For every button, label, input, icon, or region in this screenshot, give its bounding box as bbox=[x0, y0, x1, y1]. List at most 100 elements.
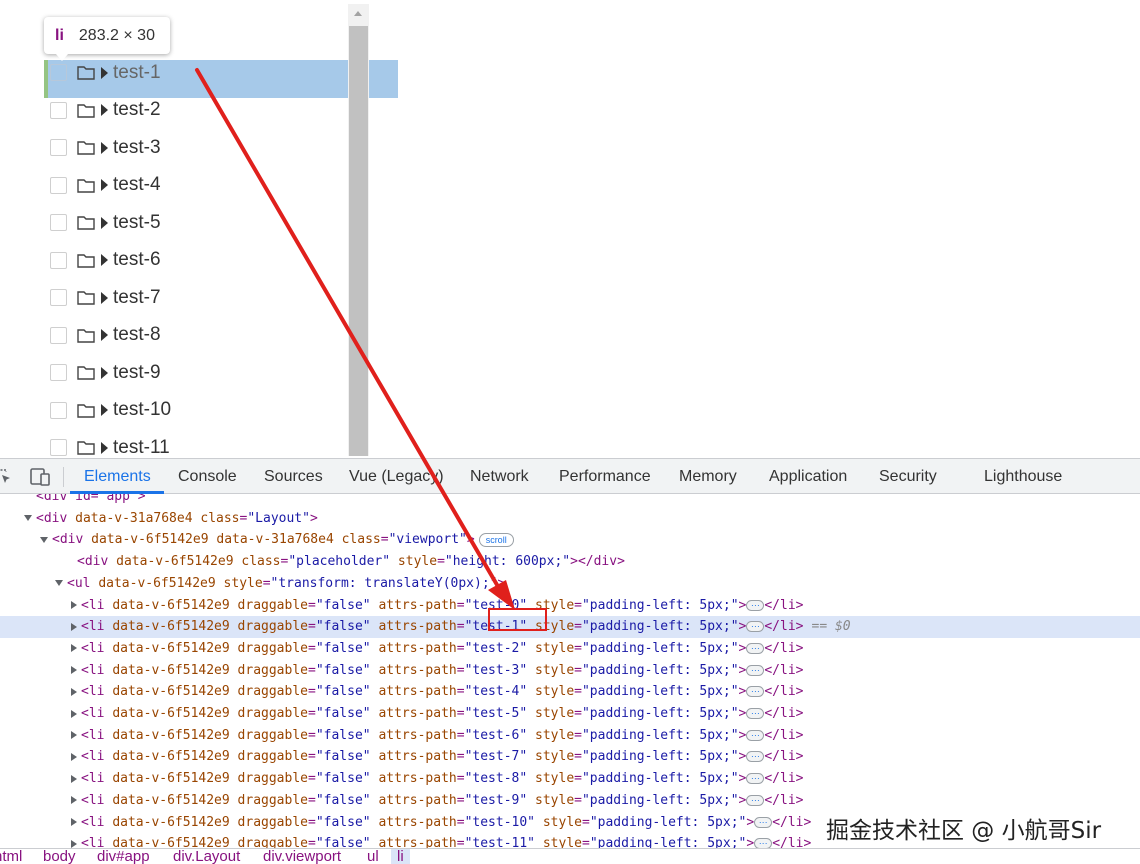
collapsed-content-icon[interactable]: ··· bbox=[746, 773, 765, 785]
expand-triangle-icon[interactable] bbox=[71, 839, 77, 848]
breadcrumb-item[interactable]: html bbox=[0, 849, 22, 864]
dom-line-layout[interactable]: <div data-v-31a768e4 class="Layout"> bbox=[0, 508, 1140, 530]
expand-triangle-icon[interactable] bbox=[71, 752, 77, 761]
expand-caret-icon[interactable] bbox=[101, 329, 108, 342]
collapsed-content-icon[interactable]: ··· bbox=[746, 729, 765, 741]
collapse-triangle-icon[interactable] bbox=[55, 580, 63, 587]
expand-caret-icon[interactable] bbox=[101, 179, 108, 192]
expand-caret-icon[interactable] bbox=[101, 66, 108, 79]
tree-item-checkbox[interactable] bbox=[50, 364, 67, 382]
breadcrumb-item[interactable]: ul bbox=[367, 849, 379, 864]
expand-triangle-icon[interactable] bbox=[71, 796, 77, 805]
breadcrumb-item[interactable]: div#app bbox=[97, 849, 150, 864]
expand-triangle-icon[interactable] bbox=[71, 666, 77, 675]
tree-item-checkbox[interactable] bbox=[50, 251, 67, 269]
dom-line-li[interactable]: <li data-v-6f5142e9 draggable="false" at… bbox=[0, 703, 1140, 725]
device-toolbar-icon[interactable] bbox=[29, 468, 51, 486]
tree-item[interactable]: test-4 bbox=[44, 167, 398, 205]
tab-elements[interactable]: Elements bbox=[84, 459, 151, 494]
expand-caret-icon[interactable] bbox=[101, 404, 108, 417]
tab-memory[interactable]: Memory bbox=[679, 459, 737, 494]
collapsed-content-icon[interactable]: ··· bbox=[754, 816, 773, 828]
dom-line-li[interactable]: <li data-v-6f5142e9 draggable="false" at… bbox=[0, 660, 1140, 682]
collapsed-content-icon[interactable]: ··· bbox=[746, 664, 765, 676]
vertical-scrollbar[interactable] bbox=[348, 4, 369, 456]
dom-line-li[interactable]: <li data-v-6f5142e9 draggable="false" at… bbox=[0, 746, 1140, 768]
folder-icon bbox=[77, 366, 95, 380]
tree-item[interactable]: test-11 bbox=[44, 429, 398, 458]
tree-item-checkbox[interactable] bbox=[50, 326, 67, 344]
tree-item[interactable]: test-5 bbox=[44, 204, 398, 242]
collapsed-content-icon[interactable]: ··· bbox=[746, 751, 765, 763]
tree-item-checkbox[interactable] bbox=[50, 401, 67, 419]
tree-item[interactable]: test-1 bbox=[44, 54, 398, 98]
tree-item-checkbox[interactable] bbox=[50, 139, 67, 157]
inspect-element-icon[interactable] bbox=[0, 469, 12, 485]
dom-line-ul[interactable]: <ul data-v-6f5142e9 style="transform: tr… bbox=[0, 573, 1140, 595]
tree-item[interactable]: test-9 bbox=[44, 354, 398, 392]
dom-line-app[interactable]: <div id="app"> bbox=[0, 494, 1140, 508]
tree-item-checkbox[interactable] bbox=[50, 101, 67, 119]
dom-line-li[interactable]: <li data-v-6f5142e9 draggable="false" at… bbox=[0, 616, 1140, 638]
scroll-badge[interactable]: scroll bbox=[478, 532, 514, 547]
expand-caret-icon[interactable] bbox=[101, 366, 108, 379]
expand-caret-icon[interactable] bbox=[101, 254, 108, 267]
collapsed-content-icon[interactable]: ··· bbox=[746, 642, 765, 654]
expand-triangle-icon[interactable] bbox=[71, 709, 77, 718]
collapsed-content-icon[interactable]: ··· bbox=[746, 621, 765, 633]
expand-caret-icon[interactable] bbox=[101, 216, 108, 229]
expand-caret-icon[interactable] bbox=[101, 441, 108, 454]
tab-console[interactable]: Console bbox=[178, 459, 237, 494]
dom-line-li[interactable]: <li data-v-6f5142e9 draggable="false" at… bbox=[0, 790, 1140, 812]
tree-item[interactable]: test-6 bbox=[44, 242, 398, 280]
dom-line-li[interactable]: <li data-v-6f5142e9 draggable="false" at… bbox=[0, 681, 1140, 703]
tab-sources[interactable]: Sources bbox=[264, 459, 323, 494]
tab-lighthouse[interactable]: Lighthouse bbox=[984, 459, 1062, 494]
expand-triangle-icon[interactable] bbox=[71, 687, 77, 696]
tab-performance[interactable]: Performance bbox=[559, 459, 651, 494]
scrollbar-thumb[interactable] bbox=[349, 26, 368, 456]
tree-item-checkbox[interactable] bbox=[50, 176, 67, 194]
expand-triangle-icon[interactable] bbox=[71, 818, 77, 826]
tree-item[interactable]: test-8 bbox=[44, 317, 398, 355]
collapsed-content-icon[interactable]: ··· bbox=[754, 838, 773, 848]
folder-icon bbox=[77, 291, 95, 305]
tree-item[interactable]: test-10 bbox=[44, 392, 398, 430]
collapsed-content-icon[interactable]: ··· bbox=[746, 686, 765, 698]
tree-item-checkbox[interactable] bbox=[50, 214, 67, 232]
scroll-up-arrow-icon[interactable] bbox=[354, 11, 362, 16]
expand-triangle-icon[interactable] bbox=[71, 644, 77, 653]
expand-caret-icon[interactable] bbox=[101, 104, 108, 117]
tree-item-checkbox[interactable] bbox=[50, 64, 67, 82]
tree-item[interactable]: test-3 bbox=[44, 129, 398, 167]
collapsed-content-icon[interactable]: ··· bbox=[746, 794, 765, 806]
tree-item[interactable]: test-2 bbox=[44, 92, 398, 130]
tab-security[interactable]: Security bbox=[879, 459, 937, 494]
dom-line-li[interactable]: <li data-v-6f5142e9 draggable="false" at… bbox=[0, 725, 1140, 747]
collapse-triangle-icon[interactable] bbox=[40, 536, 48, 543]
breadcrumb-item[interactable]: li bbox=[391, 849, 410, 864]
breadcrumb-item[interactable]: div.viewport bbox=[263, 849, 341, 864]
collapsed-content-icon[interactable]: ··· bbox=[746, 708, 765, 719]
tab-application[interactable]: Application bbox=[769, 459, 847, 494]
tree-item-checkbox[interactable] bbox=[50, 289, 67, 307]
dom-line-li[interactable]: <li data-v-6f5142e9 draggable="false" at… bbox=[0, 638, 1140, 660]
expand-triangle-icon[interactable] bbox=[71, 731, 77, 740]
expand-caret-icon[interactable] bbox=[101, 141, 108, 154]
collapse-triangle-icon[interactable] bbox=[24, 515, 32, 522]
collapsed-content-icon[interactable]: ··· bbox=[746, 599, 765, 611]
expand-triangle-icon[interactable] bbox=[71, 622, 77, 631]
dom-line-li[interactable]: <li data-v-6f5142e9 draggable="false" at… bbox=[0, 768, 1140, 790]
tab-network[interactable]: Network bbox=[470, 459, 529, 494]
dom-line-li[interactable]: <li data-v-6f5142e9 draggable="false" at… bbox=[0, 595, 1140, 617]
dom-line-placeholder[interactable]: <div data-v-6f5142e9 class="placeholder"… bbox=[0, 551, 1140, 573]
expand-triangle-icon[interactable] bbox=[71, 774, 77, 783]
breadcrumb-item[interactable]: div.Layout bbox=[173, 849, 240, 864]
expand-caret-icon[interactable] bbox=[101, 291, 108, 304]
tab-vue-legacy[interactable]: Vue (Legacy) bbox=[349, 459, 444, 494]
breadcrumb-item[interactable]: body bbox=[43, 849, 76, 864]
expand-triangle-icon[interactable] bbox=[71, 601, 77, 609]
dom-line-viewport[interactable]: <div data-v-6f5142e9 data-v-31a768e4 cla… bbox=[0, 529, 1140, 551]
tree-item[interactable]: test-7 bbox=[44, 279, 398, 317]
tree-item-checkbox[interactable] bbox=[50, 439, 67, 457]
